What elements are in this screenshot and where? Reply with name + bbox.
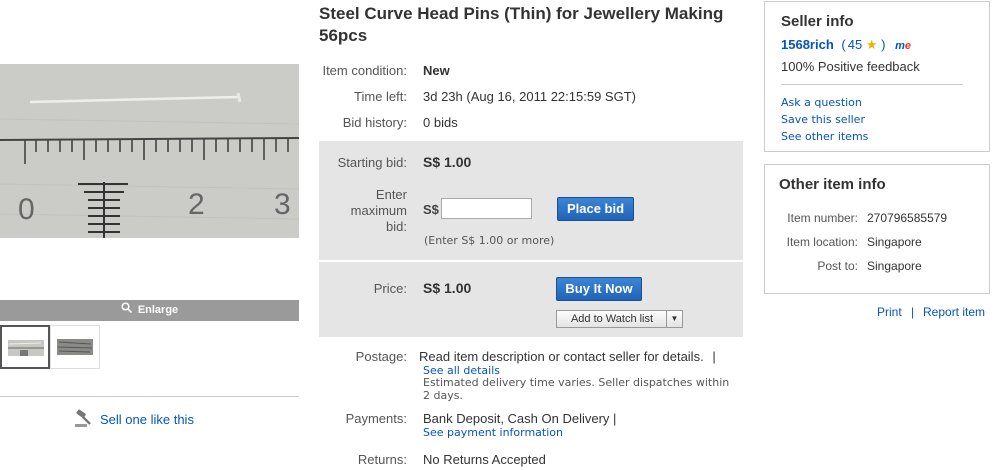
positive-feedback: 100% Positive feedback (781, 59, 920, 74)
condition-label: Item condition: (322, 63, 407, 78)
seller-id-row: 1568rich (45 ★ ) me (781, 37, 911, 53)
seller-divider (781, 84, 963, 85)
thumbnail-2[interactable] (50, 325, 100, 369)
post-to-value: Singapore (867, 259, 922, 273)
svg-text:3: 3 (274, 188, 291, 221)
paren-open: ( (841, 37, 846, 52)
footer-separator: | (911, 305, 915, 319)
see-payment-information-link[interactable]: See payment information (423, 426, 563, 439)
thumbnail-2-image (57, 339, 93, 355)
enter-max-bid-line1: Enter (375, 187, 407, 202)
seller-info-heading: Seller info (781, 13, 854, 30)
thumbnail-1[interactable] (0, 325, 50, 369)
item-number-label: Item number: (787, 211, 858, 225)
returns-value: No Returns Accepted (423, 452, 546, 467)
payments-label: Payments: (345, 411, 407, 426)
starting-bid-value: S$ 1.00 (423, 154, 472, 170)
see-other-items-link[interactable]: See other items (781, 130, 868, 143)
me-badge-icon[interactable]: me (895, 40, 911, 52)
report-item-link[interactable]: Report item (923, 305, 985, 319)
item-location-label: Item location: (786, 235, 858, 249)
enlarge-button[interactable]: Enlarge (0, 300, 299, 321)
max-bid-input[interactable] (441, 198, 532, 219)
divider (0, 396, 299, 397)
currency-label: S$ (423, 202, 439, 217)
print-link[interactable]: Print (877, 305, 902, 319)
chevron-down-icon[interactable]: ▼ (666, 311, 682, 327)
item-title: Steel Curve Head Pins (Thin) for Jewelle… (319, 4, 724, 45)
enter-max-bid-line3: bid: (386, 219, 407, 234)
postage-separator: | (712, 349, 716, 364)
postage-label: Postage: (355, 349, 407, 364)
buy-it-now-button[interactable]: Buy It Now (556, 277, 642, 301)
svg-text:0: 0 (18, 193, 35, 226)
bid-history-label: Bid history: (342, 115, 407, 130)
gavel-icon (74, 409, 96, 432)
save-this-seller-link[interactable]: Save this seller (781, 113, 865, 126)
ruler-photo: 0 2 3 (0, 64, 299, 238)
enter-max-bid-line2: maximum (350, 203, 407, 218)
delivery-note: Estimated delivery time varies. Seller d… (423, 376, 730, 402)
starting-bid-label: Starting bid: (337, 155, 407, 170)
bid-hint: (Enter S$ 1.00 or more) (424, 234, 555, 247)
time-left-value: 3d 23h (Aug 16, 2011 22:15:59 SGT) (423, 89, 636, 104)
sell-one-like-this-label: Sell one like this (100, 411, 194, 427)
other-item-info-heading: Other item info (779, 176, 886, 193)
payments-value: Bank Deposit, Cash On Delivery | (423, 411, 617, 426)
seller-name-link[interactable]: 1568rich (781, 37, 834, 52)
watch-label: Add to Watch list (570, 313, 654, 325)
sell-one-like-this-link[interactable]: Sell one like this (74, 409, 194, 432)
svg-text:2: 2 (188, 188, 205, 221)
place-bid-button[interactable]: Place bid (557, 197, 634, 221)
item-location-value: Singapore (867, 235, 922, 249)
add-to-watch-list-button[interactable]: Add to Watch list ▼ (556, 310, 683, 328)
item-number-value: 270796585579 (867, 211, 948, 225)
bid-history-link[interactable]: 0 bids (423, 115, 458, 130)
time-left-label: Time left: (354, 89, 407, 104)
star-icon: ★ (865, 37, 878, 52)
postage-value-row: Read item description or contact seller … (419, 349, 716, 364)
price-label: Price: (373, 281, 407, 296)
magnifier-icon (121, 300, 132, 321)
returns-label: Returns: (357, 452, 407, 467)
thumbnail-1-image (8, 340, 44, 356)
price-value: S$ 1.00 (423, 280, 472, 296)
ask-a-question-link[interactable]: Ask a question (781, 96, 862, 109)
postage-value: Read item description or contact seller … (419, 349, 704, 364)
main-item-image[interactable]: 0 2 3 (0, 0, 299, 300)
ruler-illustration: 0 2 3 (0, 64, 299, 238)
post-to-label: Post to: (817, 259, 858, 273)
condition-value: New (423, 63, 450, 78)
enlarge-label: Enlarge (137, 304, 179, 316)
enter-max-bid-label: Enter maximum bid: (319, 187, 407, 235)
paren-close: ) (881, 37, 886, 52)
feedback-score-link[interactable]: 45 (848, 37, 862, 52)
